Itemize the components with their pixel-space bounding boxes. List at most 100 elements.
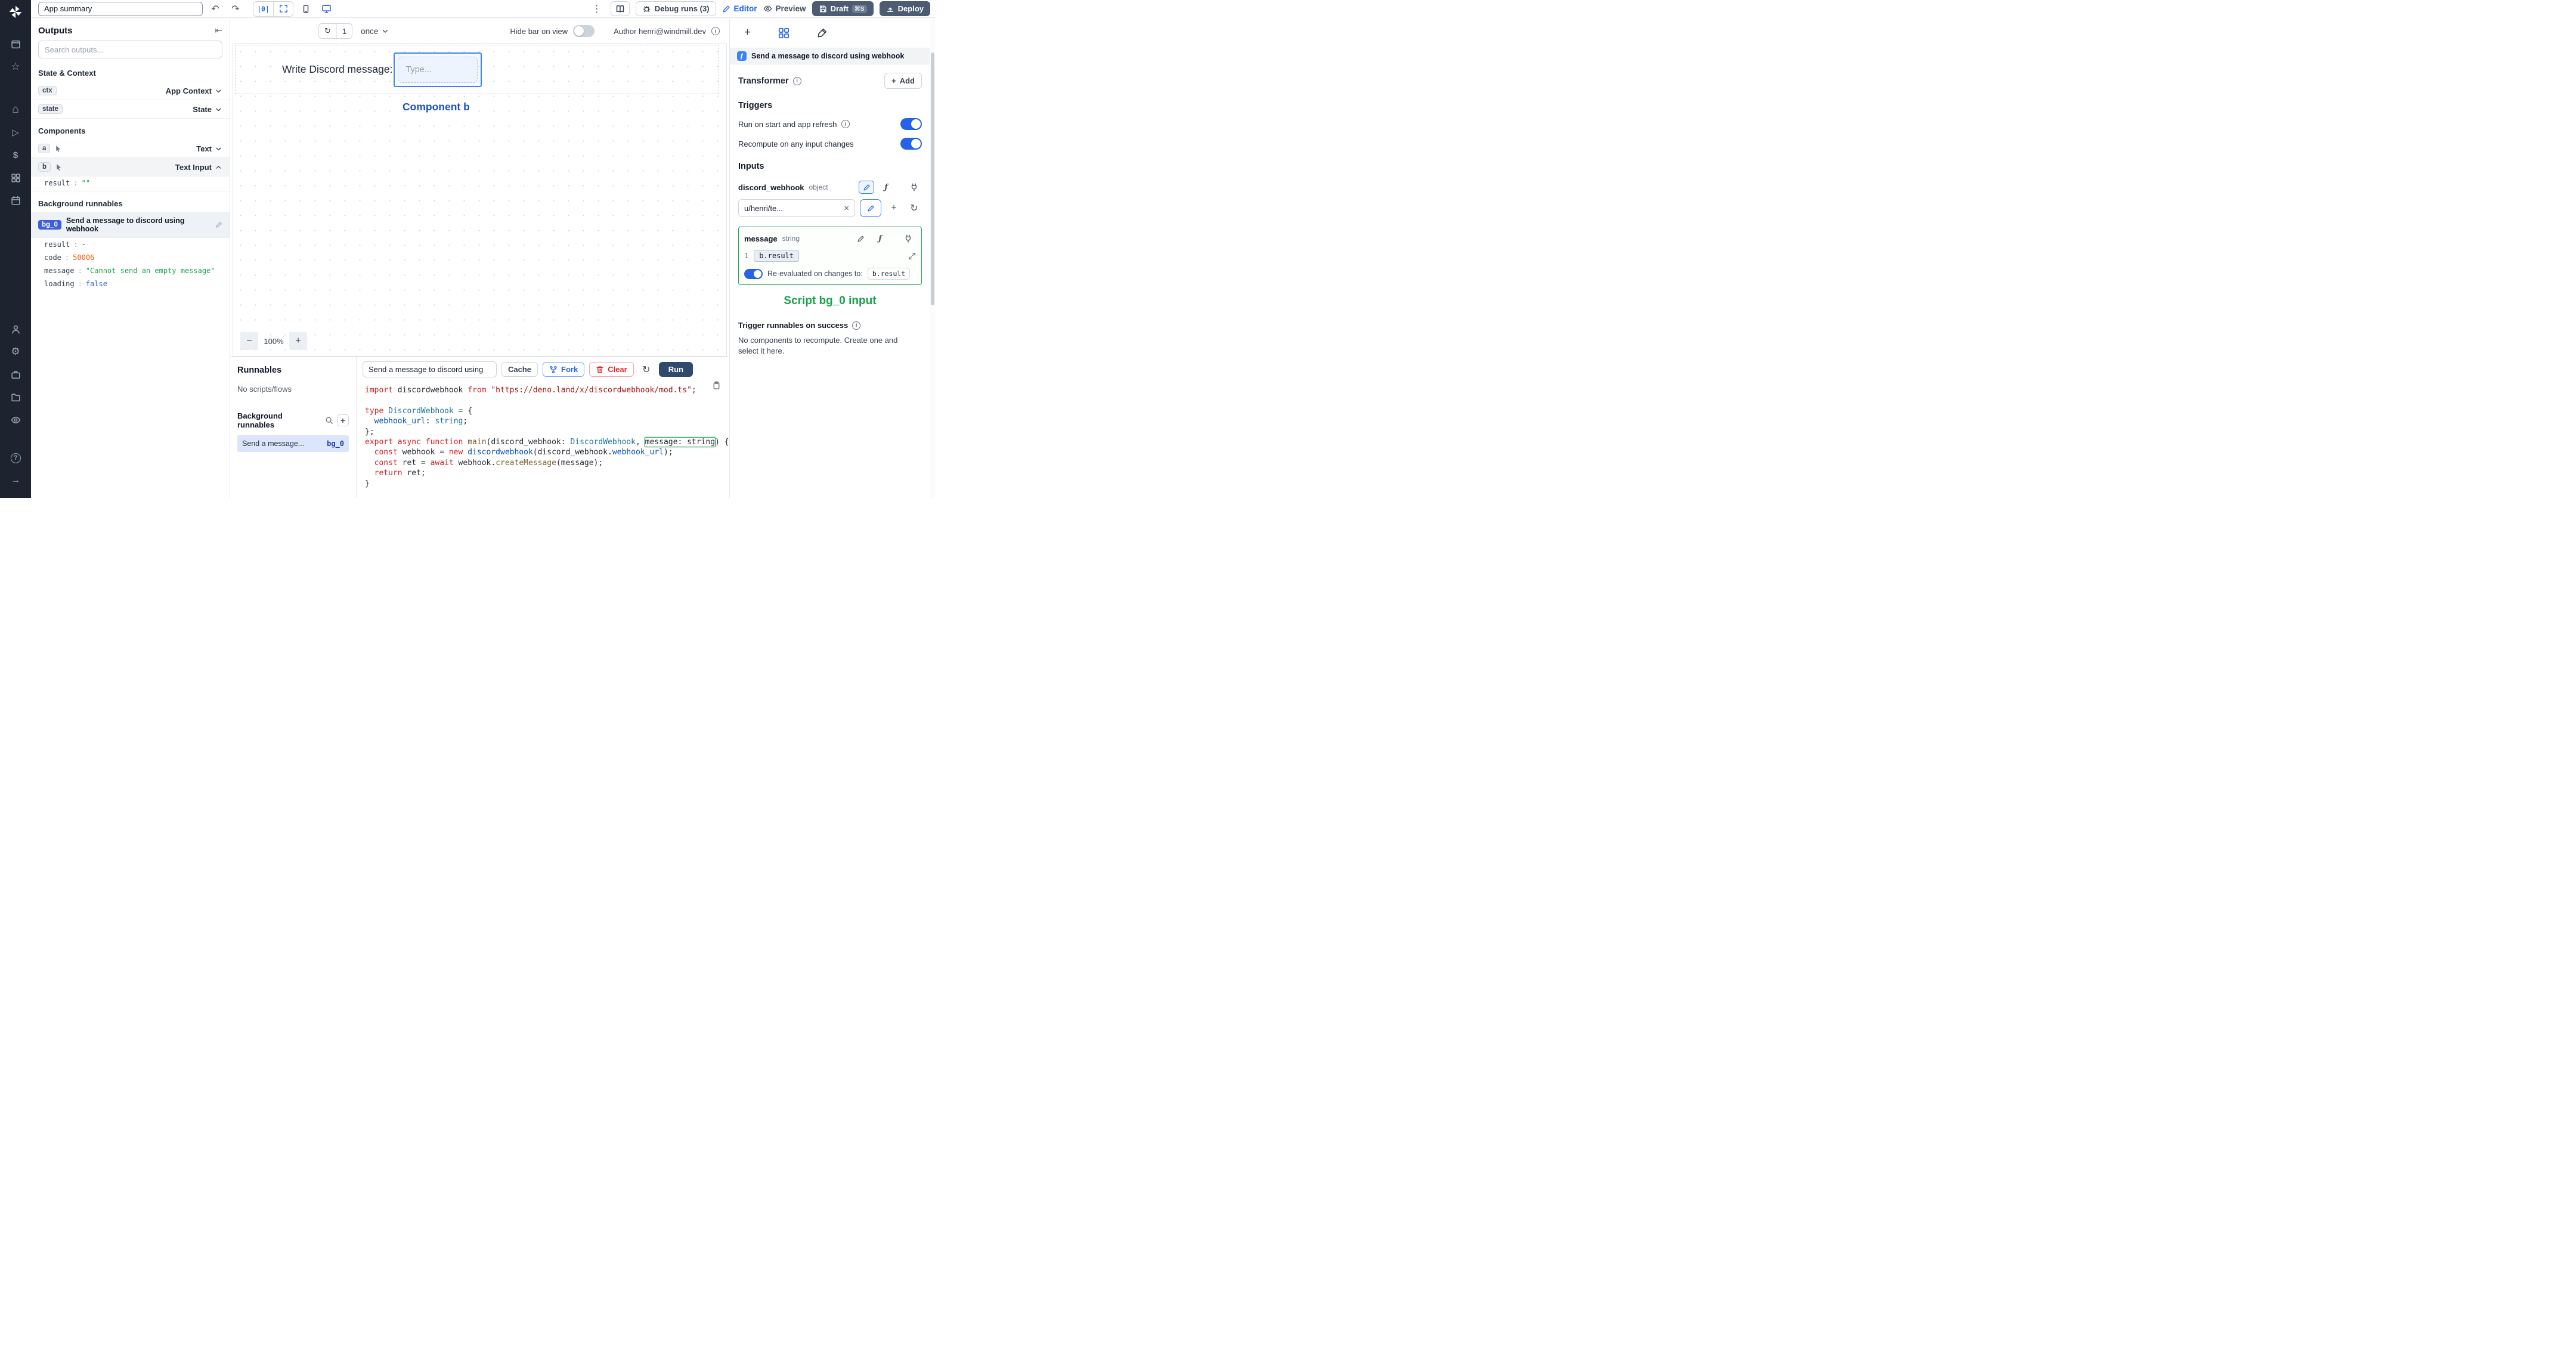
triggers-title: Triggers: [738, 101, 773, 110]
chevron-down-icon[interactable]: [215, 87, 222, 95]
favorites-star-icon[interactable]: ☆: [4, 55, 27, 78]
insert-tab-plus-icon[interactable]: +: [744, 26, 751, 39]
refresh-script-button[interactable]: ↻: [639, 363, 654, 377]
schedules-calendar-icon[interactable]: [4, 189, 27, 212]
output-row-state[interactable]: state State: [31, 100, 230, 119]
discord-webhook-resource-input[interactable]: u/henri/te... ×: [738, 199, 855, 217]
fork-icon: [550, 366, 557, 373]
runs-play-icon[interactable]: ▷: [4, 121, 27, 144]
app-summary-input[interactable]: [38, 1, 203, 16]
reevaluate-toggle[interactable]: [744, 268, 763, 279]
expand-expression-icon[interactable]: [908, 252, 916, 260]
apps-icon[interactable]: [4, 33, 27, 55]
component-row-b[interactable]: b Text Input: [31, 158, 230, 176]
redo-button[interactable]: ↷: [228, 2, 243, 16]
style-br ush-tab-icon[interactable]: [817, 27, 828, 38]
settings-tab-icon[interactable]: [778, 27, 789, 39]
more-menu-button[interactable]: ⋮: [589, 2, 605, 16]
background-runnable-row[interactable]: bg_0 Send a message to discord using web…: [31, 212, 230, 238]
code-editor[interactable]: import discordwebhook from "https://deno…: [357, 382, 729, 498]
center-alignment-button[interactable]: |0|: [253, 2, 273, 16]
fullscreen-button[interactable]: [273, 1, 293, 16]
editor-tab[interactable]: Editor: [722, 4, 757, 13]
chevron-up-icon[interactable]: [215, 163, 222, 171]
output-row-ctx[interactable]: ctx App Context: [31, 82, 230, 100]
refresh-counter[interactable]: ↻ 1: [318, 23, 353, 39]
interval-select[interactable]: once: [361, 27, 389, 36]
clear-label: Clear: [608, 365, 627, 374]
input-row-message: message string ƒ: [744, 232, 916, 245]
variables-dollar-icon[interactable]: $: [4, 144, 27, 166]
page-scrollbar[interactable]: [930, 18, 935, 498]
chevron-down-icon[interactable]: [215, 106, 222, 113]
info-icon[interactable]: i: [841, 120, 850, 128]
run-on-start-toggle[interactable]: [900, 118, 922, 130]
refresh-icon[interactable]: ↻: [319, 24, 336, 38]
app-canvas[interactable]: Write Discord message: Type... Component…: [233, 44, 727, 357]
info-icon[interactable]: i: [852, 321, 861, 330]
pointer-icon[interactable]: [55, 163, 63, 171]
zoom-in-button[interactable]: +: [289, 332, 307, 350]
connect-plug-icon[interactable]: [900, 232, 916, 245]
refresh-resource-button[interactable]: ↻: [906, 199, 922, 217]
edit-resource-button[interactable]: [860, 199, 881, 217]
static-edit-pencil-icon[interactable]: [859, 181, 874, 194]
desktop-view-button[interactable]: [318, 2, 334, 16]
collapse-rail-icon[interactable]: →: [4, 469, 27, 492]
folders-icon[interactable]: [4, 386, 27, 408]
add-runnable-button[interactable]: +: [337, 414, 349, 426]
chevron-down-icon[interactable]: [215, 145, 222, 153]
home-icon[interactable]: ⌂: [4, 98, 27, 121]
workspace-briefcase-icon[interactable]: [4, 363, 27, 386]
deploy-button[interactable]: Deploy: [879, 1, 930, 16]
selected-component-b[interactable]: Type...: [394, 52, 482, 87]
static-edit-pencil-icon[interactable]: [853, 232, 868, 245]
search-icon[interactable]: [325, 416, 333, 425]
add-resource-button[interactable]: +: [886, 199, 902, 217]
resources-blocks-icon[interactable]: [4, 166, 27, 189]
trigger-row-run-on-start: Run on start and app refresh i: [738, 118, 922, 130]
expression-fn-icon[interactable]: ƒ: [878, 181, 894, 194]
state-context-section-title: State & Context: [38, 69, 96, 78]
undo-button[interactable]: ↶: [208, 2, 223, 16]
component-settings-panel: + ƒ Send a message to discord using webh…: [729, 18, 930, 498]
zoom-out-button[interactable]: −: [240, 332, 258, 350]
draft-button[interactable]: Draft ⌘S: [812, 1, 874, 16]
pointer-icon[interactable]: [54, 145, 62, 153]
message-expression-input[interactable]: b.result: [754, 250, 800, 262]
text-input-component[interactable]: Type...: [398, 56, 478, 83]
connect-plug-icon[interactable]: [906, 181, 922, 194]
runnable-item-bg0[interactable]: Send a message... bg_0: [237, 435, 349, 452]
debug-runs-button[interactable]: Debug runs (3): [635, 1, 716, 16]
transformer-label: Transformer: [738, 76, 789, 86]
collapse-panel-icon[interactable]: ⇤: [215, 25, 222, 36]
fork-button[interactable]: Fork: [543, 362, 585, 377]
user-icon[interactable]: [4, 318, 27, 340]
audit-eye-icon[interactable]: [4, 408, 27, 431]
code-line: webhook_url: string;: [374, 417, 468, 426]
copy-code-button[interactable]: [712, 381, 721, 390]
expression-fn-icon[interactable]: ƒ: [872, 232, 888, 245]
help-icon[interactable]: ?: [4, 447, 27, 469]
edit-pencil-icon[interactable]: [215, 221, 222, 228]
preview-tab[interactable]: Preview: [763, 4, 806, 13]
windmill-logo[interactable]: [8, 4, 23, 20]
recompute-toggle[interactable]: [900, 138, 922, 150]
settings-gear-icon[interactable]: ⚙: [4, 340, 27, 363]
hide-bar-toggle[interactable]: [573, 25, 595, 37]
selected-script-header[interactable]: ƒ Send a message to discord using webhoo…: [730, 48, 930, 64]
info-icon[interactable]: i: [792, 76, 801, 85]
script-name-input[interactable]: Send a message to discord using: [363, 361, 497, 377]
scrollbar-thumb[interactable]: [931, 52, 934, 305]
component-row-a[interactable]: a Text: [31, 140, 230, 158]
search-outputs-input[interactable]: [38, 41, 222, 58]
mobile-view-button[interactable]: [298, 2, 314, 16]
docs-button[interactable]: [610, 1, 630, 16]
info-icon[interactable]: i: [711, 27, 720, 35]
cache-button[interactable]: Cache: [501, 362, 538, 377]
add-transformer-button[interactable]: + Add: [884, 73, 922, 89]
clear-button[interactable]: Clear: [589, 362, 634, 377]
run-button[interactable]: Run: [658, 362, 693, 377]
clear-resource-icon[interactable]: ×: [844, 203, 849, 213]
script-editor-panel: Send a message to discord using Cache Fo…: [357, 357, 729, 498]
